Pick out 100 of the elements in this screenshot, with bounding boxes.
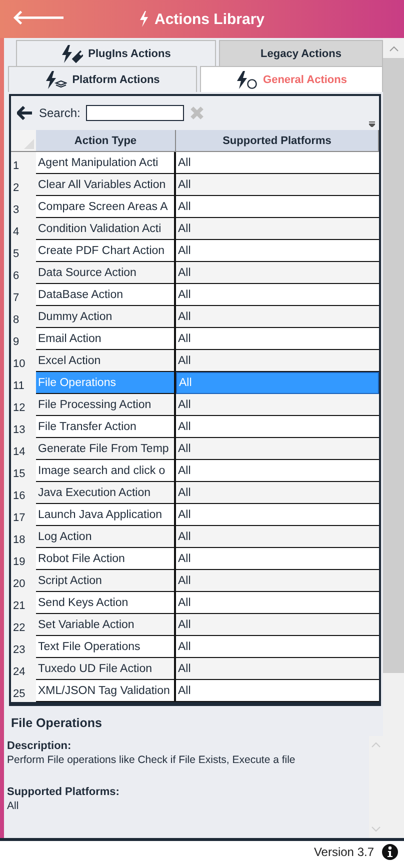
row-number: 23	[11, 636, 36, 658]
platforms-label: Supported Platforms:	[7, 786, 120, 798]
column-header[interactable]: Supported Platforms	[176, 130, 379, 151]
row-number: 4	[11, 218, 36, 240]
table-cell: Generate File From Temp	[36, 438, 176, 460]
scrollbar[interactable]	[383, 38, 404, 838]
table-cell: File Processing Action	[36, 394, 176, 416]
table-row[interactable]: 5 Create PDF Chart Action All	[11, 240, 379, 262]
table-cell: All	[176, 394, 379, 416]
row-number: 19	[11, 548, 36, 570]
table-cell: All	[176, 482, 379, 504]
table-row[interactable]: 2 Clear All Variables Action All	[11, 174, 379, 196]
table-cell: Launch Java Application	[36, 504, 176, 526]
table-cell: Compare Screen Areas A	[36, 196, 176, 218]
info-icon[interactable]	[382, 844, 398, 860]
table-cell: All	[176, 526, 379, 548]
table-row[interactable]: 11 File Operations All	[11, 372, 379, 394]
table-row[interactable]: 10 Excel Action All	[11, 350, 379, 372]
table-cell: All	[176, 350, 379, 372]
table-cell: File Operations	[36, 372, 176, 394]
row-number: 10	[11, 350, 36, 372]
table-cell: Dummy Action	[36, 306, 176, 328]
column-header[interactable]: Action Type	[36, 130, 176, 151]
table-cell: Script Action	[36, 570, 176, 592]
table-row[interactable]: 3 Compare Screen Areas A All	[11, 196, 379, 218]
window-title: Actions Library	[154, 10, 265, 28]
table-cell: All	[176, 262, 379, 284]
table-cell: Log Action	[36, 526, 176, 548]
scroll-up-icon[interactable]	[371, 742, 381, 748]
row-number: 7	[11, 284, 36, 306]
table-row[interactable]: 17 Launch Java Application All	[11, 504, 379, 526]
table-row[interactable]: 23 Text File Operations All	[11, 636, 379, 658]
lightning-icon	[139, 11, 150, 27]
table-cell: Email Action	[36, 328, 176, 350]
tab[interactable]: Legacy Actions	[219, 40, 383, 66]
row-number: 20	[11, 570, 36, 592]
row-number: 11	[11, 372, 36, 394]
table-row[interactable]: 1 Agent Manipulation Acti All	[11, 152, 379, 174]
row-number: 9	[11, 328, 36, 350]
table-cell: All	[176, 372, 379, 394]
row-number: 2	[11, 174, 36, 196]
table-row[interactable]: 24 Tuxedo UD File Action All	[11, 658, 379, 680]
tab[interactable]: PlugIns Actions	[16, 40, 216, 66]
row-number: 12	[11, 394, 36, 416]
table-cell: Java Execution Action	[36, 482, 176, 504]
table-row[interactable]: 18 Log Action All	[11, 526, 379, 548]
row-number: 24	[11, 658, 36, 680]
scroll-down-icon[interactable]	[371, 826, 381, 832]
table-row[interactable]: 16 Java Execution Action All	[11, 482, 379, 504]
table-cell: Condition Validation Acti	[36, 218, 176, 240]
search-label: Search:	[39, 106, 80, 120]
table-row[interactable]: 19 Robot File Action All	[11, 548, 379, 570]
row-number: 17	[11, 504, 36, 526]
table-cell: Excel Action	[36, 350, 176, 372]
table-cell: All	[176, 614, 379, 636]
clear-icon[interactable]	[190, 106, 204, 120]
dropdown-icon[interactable]	[369, 121, 375, 127]
row-number: 6	[11, 262, 36, 284]
tab[interactable]: Platform Actions	[8, 66, 197, 92]
lightning-stack-icon	[45, 70, 68, 88]
table-row[interactable]: 8 Dummy Action All	[11, 306, 379, 328]
table-row[interactable]: 9 Email Action All	[11, 328, 379, 350]
table-row[interactable]: 25 XML/JSON Tag Validation All	[11, 680, 379, 702]
search-field[interactable]	[86, 105, 184, 121]
row-number: 1	[11, 152, 36, 174]
table-row[interactable]: 7 DataBase Action All	[11, 284, 379, 306]
lightning-plug-icon	[61, 44, 84, 62]
table-cell: Tuxedo UD File Action	[36, 658, 176, 680]
details-title: File Operations	[10, 715, 103, 732]
description-text: Perform File operations like Check if File Exists, Execute a file	[7, 754, 296, 766]
table-row[interactable]: 13 File Transfer Action All	[11, 416, 379, 438]
row-number: 22	[11, 614, 36, 636]
table-row[interactable]: 15 Image search and click o All	[11, 460, 379, 482]
table-cell: Agent Manipulation Acti	[36, 152, 176, 174]
row-number: 5	[11, 240, 36, 262]
table-row[interactable]: 21 Send Keys Action All	[11, 592, 379, 614]
table-cell: Create PDF Chart Action	[36, 240, 176, 262]
row-number: 25	[11, 680, 36, 702]
table-row[interactable]: 20 Script Action All	[11, 570, 379, 592]
platforms-text: All	[7, 800, 20, 812]
table-cell: All	[176, 570, 379, 592]
table-row[interactable]: 6 Data Source Action All	[11, 262, 379, 284]
table-cell: File Transfer Action	[36, 416, 176, 438]
table-row[interactable]: 14 Generate File From Temp All	[11, 438, 379, 460]
description-label: Description:	[7, 740, 72, 752]
table-cell: Text File Operations	[36, 636, 176, 658]
version-label: Version 3.7	[314, 845, 374, 859]
table-cell: Robot File Action	[36, 548, 176, 570]
table-cell: XML/JSON Tag Validation	[36, 680, 176, 702]
table-cell: DataBase Action	[36, 284, 176, 306]
table-row[interactable]: 22 Set Variable Action All	[11, 614, 379, 636]
scroll-up-icon[interactable]	[388, 46, 398, 52]
table-row[interactable]: 4 Condition Validation Acti All	[11, 218, 379, 240]
back-arrow-icon[interactable]	[17, 106, 33, 120]
row-number: 3	[11, 196, 36, 218]
table-row[interactable]: 12 File Processing Action All	[11, 394, 379, 416]
row-number: 18	[11, 526, 36, 548]
table-cell: All	[176, 438, 379, 460]
table-cell: Image search and click o	[36, 460, 176, 482]
row-number: 21	[11, 592, 36, 614]
